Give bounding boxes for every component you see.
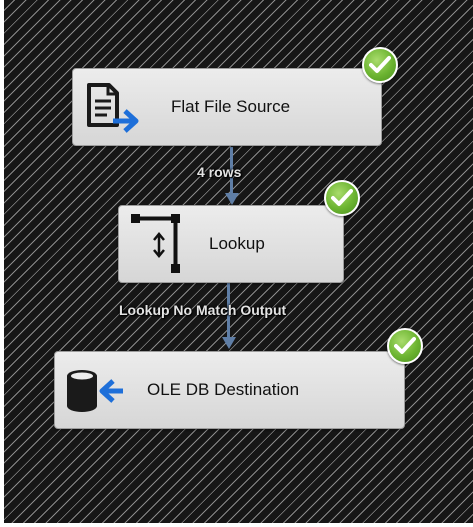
lookup-component[interactable]: Lookup [118,205,344,283]
data-path-1-label[interactable]: 4 rows [197,164,241,180]
ole-db-destination-success-icon [387,328,423,364]
flat-file-source-icon [83,81,139,140]
lookup-success-icon [324,180,360,216]
lookup-icon [129,212,185,281]
ole-db-destination-component[interactable]: OLE DB Destination [54,351,405,429]
data-path-2-label[interactable]: Lookup No Match Output [119,302,286,318]
flat-file-source-success-icon [362,47,398,83]
data-path-1-arrow [225,193,239,205]
flat-file-source-label: Flat File Source [171,97,291,116]
ole-db-destination-icon [65,368,125,419]
ole-db-destination-label: OLE DB Destination [147,380,300,399]
flat-file-source-component[interactable]: Flat File Source [72,68,382,146]
data-path-2-arrow [222,337,236,349]
data-flow-canvas[interactable]: 4 rows Lookup No Match Output Flat File … [4,0,473,523]
lookup-label: Lookup [209,234,265,253]
